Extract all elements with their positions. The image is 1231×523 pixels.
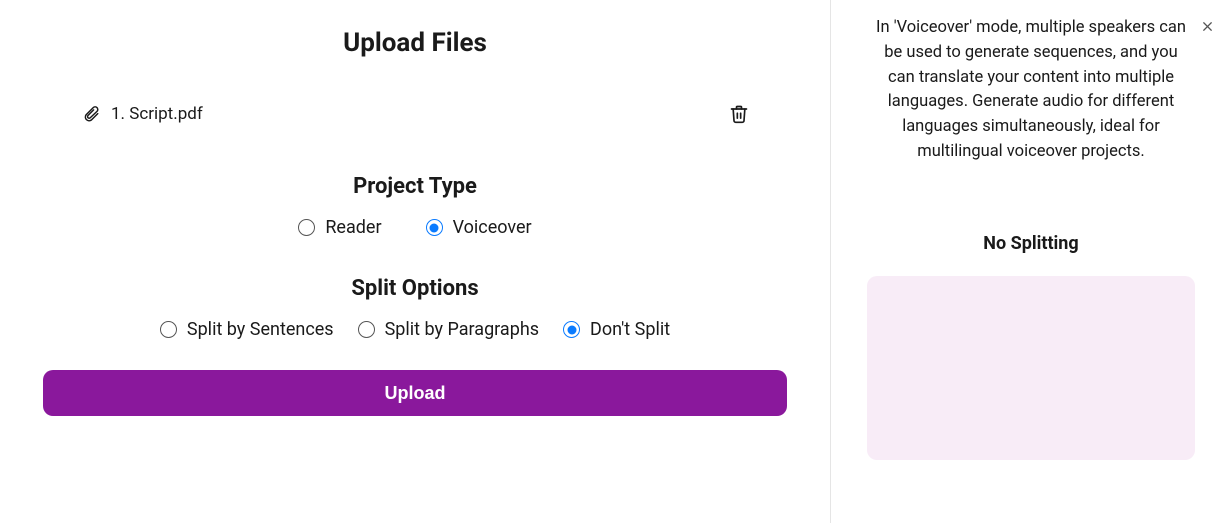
radio-label: Split by Paragraphs <box>385 319 539 340</box>
radio-icon <box>563 321 580 338</box>
radio-label: Don't Split <box>590 319 670 340</box>
radio-dont-split[interactable]: Don't Split <box>563 319 670 340</box>
file-name: 1. Script.pdf <box>111 104 203 124</box>
delete-file-button[interactable] <box>727 102 751 126</box>
radio-icon <box>426 219 443 236</box>
upload-button[interactable]: Upload <box>43 370 787 416</box>
radio-voiceover[interactable]: Voiceover <box>426 217 532 238</box>
radio-split-paragraphs[interactable]: Split by Paragraphs <box>358 319 539 340</box>
radio-label: Reader <box>325 217 381 238</box>
file-row: 1. Script.pdf <box>43 98 787 130</box>
side-panel: In 'Voiceover' mode, multiple speakers c… <box>831 0 1231 523</box>
split-options-heading: Split Options <box>43 276 787 301</box>
main-inner: Upload Files 1. Script.pdf Project Type … <box>43 20 787 416</box>
radio-label: Voiceover <box>453 217 532 238</box>
project-type-heading: Project Type <box>43 174 787 199</box>
file-info: 1. Script.pdf <box>79 102 203 126</box>
close-icon[interactable] <box>1197 16 1217 36</box>
radio-reader[interactable]: Reader <box>298 217 381 238</box>
side-heading: No Splitting <box>867 233 1195 254</box>
project-type-options: Reader Voiceover <box>43 217 787 238</box>
split-options: Split by Sentences Split by Paragraphs D… <box>43 319 787 340</box>
radio-label: Split by Sentences <box>187 319 334 340</box>
attachment-icon <box>79 102 103 126</box>
page-title: Upload Files <box>43 28 787 58</box>
main-panel: Upload Files 1. Script.pdf Project Type … <box>0 0 830 523</box>
radio-icon <box>298 219 315 236</box>
radio-icon <box>160 321 177 338</box>
radio-split-sentences[interactable]: Split by Sentences <box>160 319 334 340</box>
radio-icon <box>358 321 375 338</box>
side-description: In 'Voiceover' mode, multiple speakers c… <box>867 16 1195 165</box>
preview-box <box>867 276 1195 460</box>
